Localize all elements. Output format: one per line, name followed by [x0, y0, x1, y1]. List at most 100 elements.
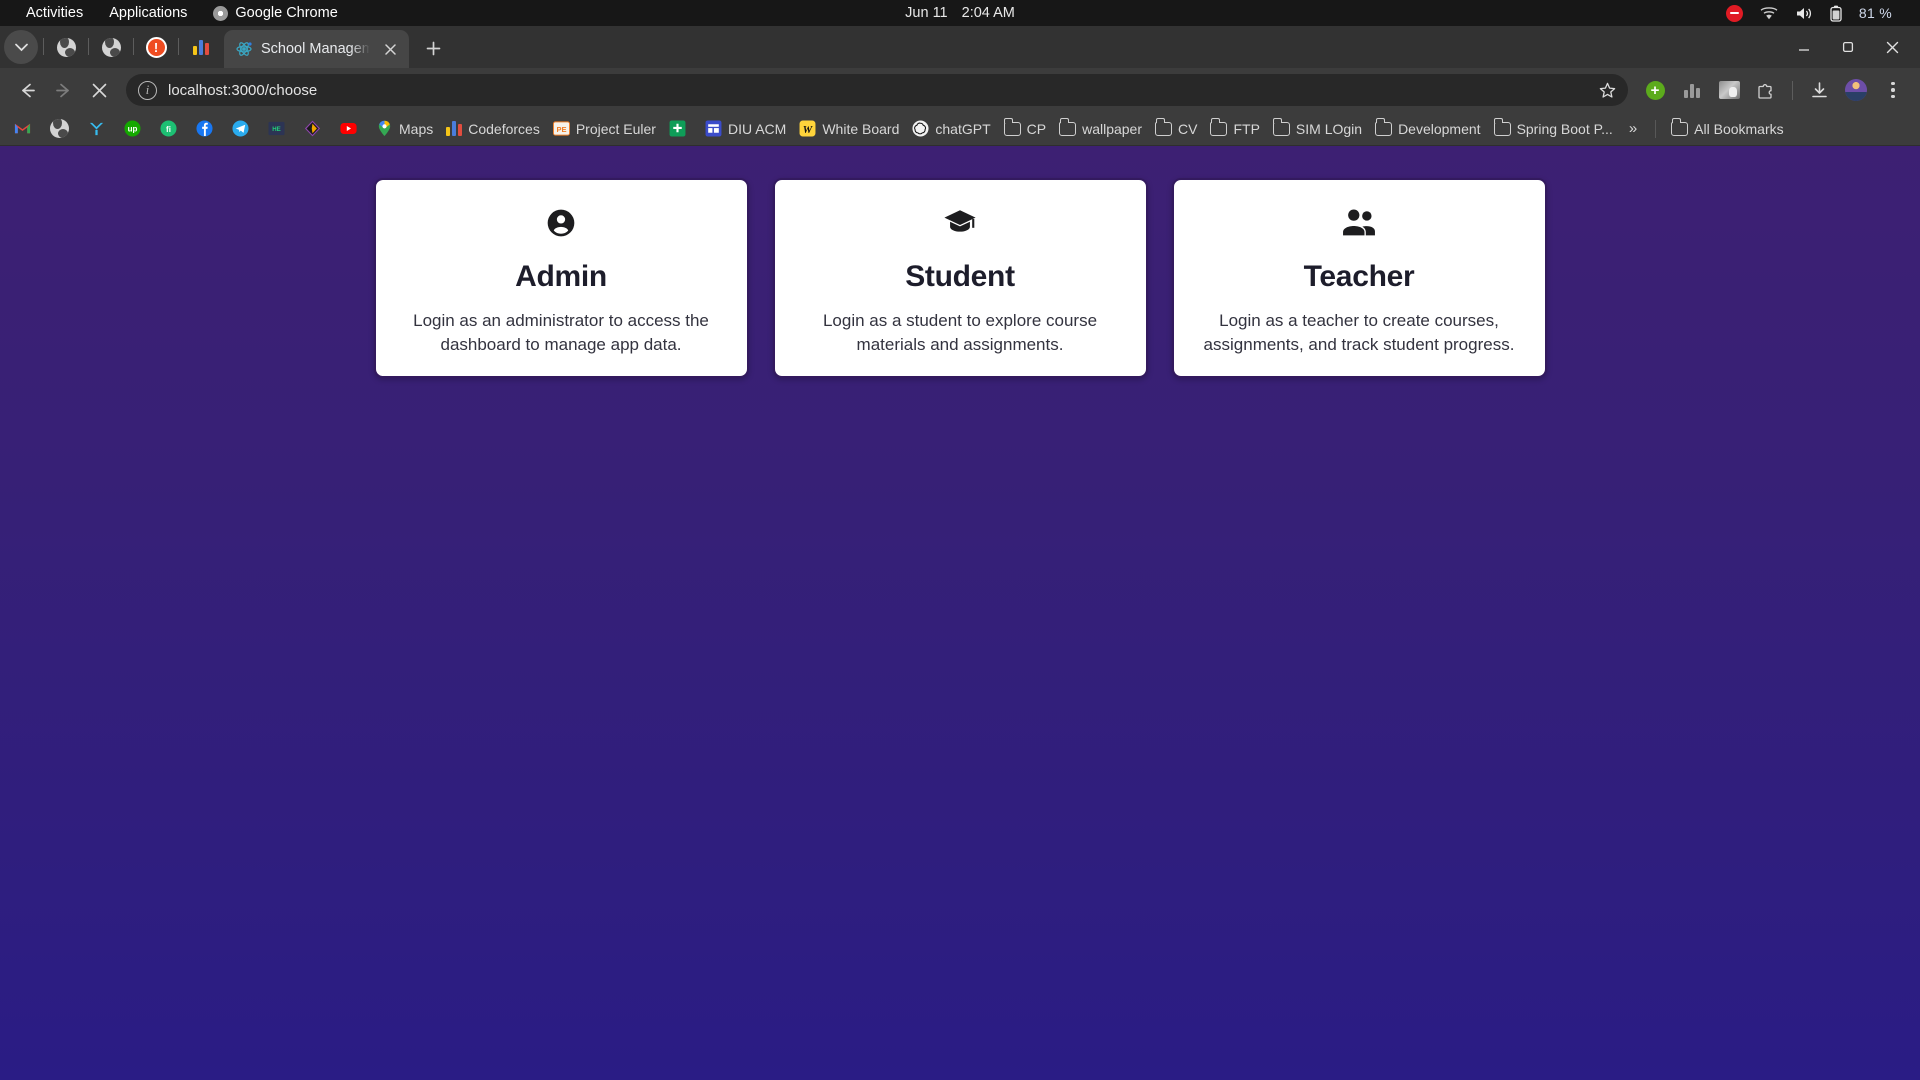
bookmark-folder-spring-boot[interactable]: Spring Boot P...: [1488, 117, 1619, 141]
bookmark-hackerearth[interactable]: HE: [262, 116, 297, 141]
tab-search-button[interactable]: [4, 30, 38, 64]
all-bookmarks-label: All Bookmarks: [1694, 120, 1784, 137]
divider: [133, 38, 134, 55]
role-card-student[interactable]: Student Login as a student to explore co…: [772, 178, 1148, 378]
bookmark-folder-sim-login[interactable]: SIM LOgin: [1267, 117, 1368, 141]
bookmark-youtube[interactable]: [334, 116, 369, 141]
browser-toolbar: i localhost:3000/choose +: [0, 68, 1920, 112]
all-bookmarks-button[interactable]: All Bookmarks: [1665, 117, 1789, 141]
bookmarks-bar: up fi HE Maps Codeforces PE Project Eule…: [0, 112, 1920, 146]
divider: [1792, 80, 1793, 100]
chart-bars-icon: [193, 39, 209, 55]
bookmark-fiverr[interactable]: fi: [154, 116, 189, 141]
address-bar[interactable]: i localhost:3000/choose: [126, 74, 1628, 106]
role-card-admin[interactable]: Admin Login as an administrator to acces…: [373, 178, 749, 378]
bookmark-star-button[interactable]: [1592, 75, 1622, 105]
card-description: Login as an administrator to access the …: [413, 311, 709, 355]
bookmark-label: SIM LOgin: [1295, 120, 1363, 137]
card-title: Admin: [515, 260, 607, 293]
fiverr-icon: fi: [160, 120, 177, 137]
page-content: Admin Login as an administrator to acces…: [0, 146, 1920, 1080]
extension-add-button[interactable]: +: [1638, 73, 1672, 107]
card-description: Login as a student to explore course mat…: [822, 311, 1098, 355]
project-euler-icon: PE: [552, 121, 570, 136]
facebook-icon: [196, 120, 213, 137]
tab-group-alert[interactable]: !: [139, 30, 173, 64]
folder-icon: [1671, 117, 1689, 136]
bookmark-label: FTP: [1233, 120, 1260, 137]
activities-button[interactable]: Activities: [26, 5, 83, 21]
image-icon: [1718, 81, 1740, 99]
tab-group-chart[interactable]: [184, 30, 218, 64]
youtube-icon: [340, 122, 357, 135]
bookmark-sheets[interactable]: [663, 116, 698, 141]
window-close-icon: [1886, 41, 1898, 53]
bookmark-telegram[interactable]: [226, 116, 261, 141]
maximize-button[interactable]: [1826, 26, 1870, 68]
bookmark-label: DIU ACM: [727, 120, 787, 137]
bookmarks-overflow-button[interactable]: »: [1620, 120, 1646, 137]
extension-chart-button[interactable]: [1675, 73, 1709, 107]
clock-area[interactable]: Jun 11 2:04 AM: [905, 0, 1015, 26]
bookmark-globe[interactable]: [44, 115, 81, 142]
folder-icon: [1003, 117, 1021, 136]
minimize-button[interactable]: [1782, 26, 1826, 68]
stop-loading-button[interactable]: [82, 73, 116, 107]
extensions-button[interactable]: [1749, 73, 1783, 107]
bookmark-upwork[interactable]: up: [118, 116, 153, 141]
graduation-cap-icon: [943, 206, 977, 240]
system-tray[interactable]: 81 %: [1725, 4, 1908, 22]
download-icon: [1811, 81, 1827, 97]
extension-image-button[interactable]: [1712, 73, 1746, 107]
bookmark-label: White Board: [822, 120, 900, 137]
url-text[interactable]: localhost:3000/choose: [168, 82, 1581, 99]
role-card-teacher[interactable]: Teacher Login as a teacher to create cou…: [1171, 178, 1547, 378]
bookmark-diamond[interactable]: [298, 116, 333, 141]
bookmark-folder-cv[interactable]: CV: [1149, 117, 1203, 141]
card-title: Student: [905, 260, 1015, 293]
whiteboard-icon: W: [799, 120, 816, 137]
bookmark-chatgpt[interactable]: chatGPT: [906, 116, 996, 141]
close-window-button[interactable]: [1870, 26, 1914, 68]
bookmark-label: wallpaper: [1082, 120, 1143, 137]
back-button[interactable]: [10, 73, 44, 107]
applications-button[interactable]: Applications: [109, 5, 187, 21]
chrome-icon: [213, 5, 229, 21]
diamond-icon: [304, 120, 321, 137]
bookmark-y-logo[interactable]: [82, 116, 117, 141]
card-title: Teacher: [1303, 260, 1415, 293]
divider: [178, 38, 179, 55]
svg-text:PE: PE: [556, 125, 566, 134]
role-cards: Admin Login as an administrator to acces…: [373, 178, 1547, 378]
card-description: Login as a teacher to create courses, as…: [1203, 311, 1515, 355]
bookmark-facebook[interactable]: [190, 116, 225, 141]
wifi-icon: [1760, 7, 1778, 20]
minimize-icon: [1799, 49, 1809, 51]
bookmark-white-board[interactable]: W White Board: [793, 116, 905, 141]
bookmark-gmail[interactable]: [8, 116, 43, 141]
tab-group-globe-2[interactable]: [94, 30, 128, 64]
info-circle-icon[interactable]: i: [138, 80, 157, 100]
active-app-indicator[interactable]: Google Chrome: [213, 5, 338, 21]
downloads-button[interactable]: [1802, 73, 1836, 107]
bookmark-maps[interactable]: Maps: [370, 116, 439, 141]
bookmark-project-euler[interactable]: PE Project Euler: [547, 116, 662, 141]
bookmark-codeforces[interactable]: Codeforces: [440, 117, 546, 141]
tab-group-globe-1[interactable]: [49, 30, 83, 64]
bookmark-diu-acm[interactable]: DIU ACM: [699, 116, 792, 141]
bookmark-folder-ftp[interactable]: FTP: [1204, 117, 1265, 141]
close-icon[interactable]: [379, 38, 401, 60]
telegram-icon: [232, 120, 249, 137]
react-atom-icon: [236, 41, 252, 57]
bookmark-folder-cp[interactable]: CP: [998, 117, 1052, 141]
star-icon: [1599, 82, 1615, 98]
active-tab[interactable]: School Management Sys: [224, 30, 409, 68]
new-tab-button[interactable]: [418, 33, 448, 63]
volume-icon: [1796, 7, 1811, 19]
codeforces-icon: [446, 121, 463, 136]
profile-button[interactable]: [1839, 73, 1873, 107]
bookmark-folder-wallpaper[interactable]: wallpaper: [1053, 117, 1148, 141]
chrome-menu-button[interactable]: [1876, 73, 1910, 107]
bookmark-folder-development[interactable]: Development: [1369, 117, 1487, 141]
forward-button[interactable]: [46, 73, 80, 107]
